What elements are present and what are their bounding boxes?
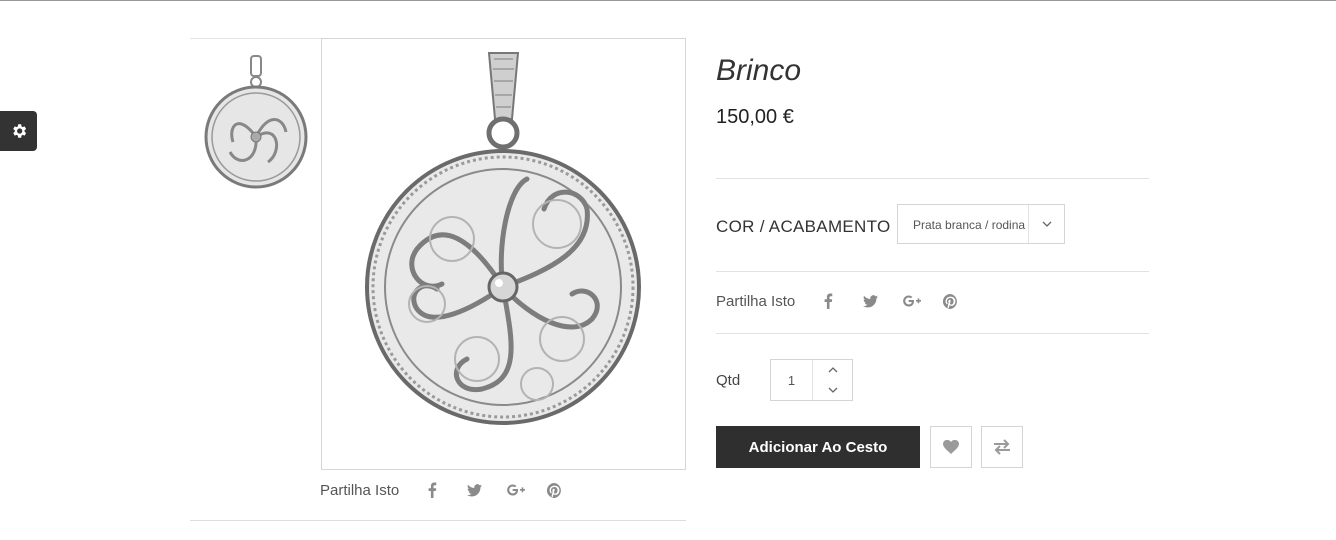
heart-icon bbox=[943, 440, 959, 454]
option-label: COR / ACABAMENTO bbox=[716, 217, 891, 236]
product-title: Brinco bbox=[716, 54, 802, 87]
facebook-icon[interactable] bbox=[427, 482, 467, 498]
quantity-input[interactable]: 1 bbox=[771, 360, 812, 400]
google-plus-icon[interactable] bbox=[507, 483, 547, 497]
gear-icon bbox=[12, 124, 26, 138]
chevron-down-icon[interactable] bbox=[1029, 205, 1065, 243]
top-border bbox=[0, 0, 1336, 1]
google-plus-icon[interactable] bbox=[903, 294, 943, 308]
share-label: Partilha Isto bbox=[716, 292, 796, 310]
settings-tab[interactable] bbox=[0, 111, 37, 151]
pinterest-icon[interactable] bbox=[547, 482, 587, 498]
facebook-icon[interactable] bbox=[823, 293, 863, 309]
compare-button[interactable] bbox=[981, 426, 1023, 468]
product-thumbnail[interactable] bbox=[198, 52, 314, 212]
product-main-image[interactable] bbox=[321, 38, 686, 470]
share-label: Partilha Isto bbox=[320, 481, 400, 499]
product-share-bar: Partilha Isto bbox=[716, 289, 983, 313]
image-share-bar: Partilha Isto bbox=[320, 478, 587, 502]
divider bbox=[716, 333, 1149, 334]
chevron-down-icon[interactable] bbox=[813, 380, 852, 400]
wishlist-button[interactable] bbox=[930, 426, 972, 468]
divider bbox=[716, 271, 1149, 272]
chevron-up-icon[interactable] bbox=[813, 360, 852, 380]
add-to-cart-button[interactable]: Adicionar Ao Cesto bbox=[716, 426, 920, 468]
quantity-stepper[interactable]: 1 bbox=[770, 359, 853, 401]
finish-select[interactable]: Prata branca / rodina bbox=[897, 204, 1065, 244]
twitter-icon[interactable] bbox=[467, 483, 507, 497]
pinterest-icon[interactable] bbox=[943, 293, 983, 309]
quantity-label: Qtd bbox=[716, 372, 741, 389]
finish-select-value: Prata branca / rodina bbox=[913, 218, 1026, 232]
twitter-icon[interactable] bbox=[863, 294, 903, 308]
divider bbox=[716, 178, 1149, 179]
image-bottom-rule bbox=[190, 520, 686, 521]
product-price: 150,00 € bbox=[716, 106, 794, 128]
thumbnail-rule bbox=[190, 38, 321, 39]
compare-arrows-icon bbox=[994, 439, 1010, 455]
